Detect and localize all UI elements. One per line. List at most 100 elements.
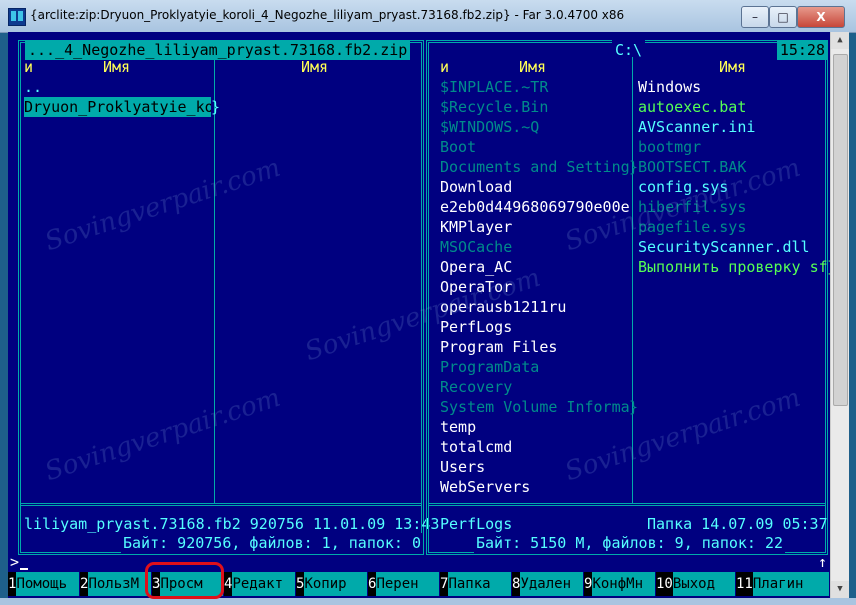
fkey-number: 7 <box>440 572 449 596</box>
file-list-item[interactable]: KMPlayer <box>440 217 512 237</box>
file-list-item[interactable]: autoexec.bat <box>638 97 746 117</box>
left-col-name-header-1: Имя <box>103 58 131 76</box>
fkey-number: 2 <box>80 572 89 596</box>
fkey-5[interactable]: 5Копир <box>296 572 368 596</box>
fkey-number: 5 <box>296 572 305 596</box>
scroll-down-icon[interactable]: ▼ <box>831 581 849 598</box>
fkey-label: Перен <box>376 572 440 596</box>
window-title: {arclite:zip:Dryuon_Proklyatyie_koroli_4… <box>30 8 625 22</box>
fkey-number: 11 <box>736 572 753 596</box>
scroll-up-mark: ↑ <box>818 553 828 571</box>
overflow-mark: } <box>629 158 639 176</box>
window-bottom-frame <box>0 598 856 605</box>
file-list-item[interactable]: $INPLACE.~TR <box>440 77 548 97</box>
far-console: ..._4_Negozhe_liliyam_pryast.73168.fb2.z… <box>8 32 830 598</box>
fkey-number: 10 <box>656 572 673 596</box>
file-list-item[interactable]: $WINDOWS.~Q <box>440 117 539 137</box>
fkey-1[interactable]: 1Помощь <box>8 572 80 596</box>
title-bar: {arclite:zip:Dryuon_Proklyatyie_koroli_4… <box>0 0 856 33</box>
cursor <box>20 568 28 570</box>
left-file-panel[interactable]: ..._4_Negozhe_liliyam_pryast.73168.fb2.z… <box>18 40 439 555</box>
fkey-number: 9 <box>584 572 593 596</box>
right-col-name-header-1: Имя <box>519 58 547 76</box>
right-panel-summary: Байт: 5150 М, файлов: 9, папок: 22 <box>474 533 786 553</box>
right-column-divider <box>632 57 633 503</box>
file-list-item[interactable]: Recovery <box>440 377 512 397</box>
file-list-item[interactable]: Windows <box>638 77 701 97</box>
file-list-item[interactable]: hiberfil.sys <box>638 197 746 217</box>
overflow-mark: } <box>629 398 639 416</box>
file-list-item[interactable]: $Recycle.Bin <box>440 97 548 117</box>
file-list-item[interactable]: bootmgr <box>638 137 701 157</box>
fkey-number: 4 <box>224 572 233 596</box>
vertical-scrollbar[interactable]: ▲ ▼ <box>830 32 849 598</box>
file-list-item[interactable]: pagefile.sys <box>638 217 746 237</box>
left-status-line: liliyam_pryast.73168.fb2 920756 11.01.09… <box>24 515 440 533</box>
file-list-item[interactable]: Boot <box>440 137 476 157</box>
file-list-item[interactable]: temp <box>440 417 476 437</box>
file-list-item[interactable]: ProgramData <box>440 357 539 377</box>
fkey-label: Папка <box>448 572 512 596</box>
fkey-6[interactable]: 6Перен <box>368 572 440 596</box>
minimize-button[interactable]: – <box>741 6 769 28</box>
fkey-number: 8 <box>512 572 521 596</box>
file-list-item[interactable]: e2eb0d44968069790e00e <box>440 197 630 217</box>
scroll-up-icon[interactable]: ▲ <box>831 32 849 49</box>
maximize-button[interactable]: □ <box>769 6 797 28</box>
fkey-label: Редакт <box>232 572 296 596</box>
file-list-item[interactable]: AVScanner.ini <box>638 117 755 137</box>
file-list-item[interactable]: Program Files <box>440 337 557 357</box>
fkey-number: 1 <box>8 572 17 596</box>
file-list-item[interactable]: PerfLogs <box>440 317 512 337</box>
fkey-label: ПользМ <box>88 572 152 596</box>
fkey-label: Копир <box>304 572 368 596</box>
file-list-item[interactable]: Выполнить проверку sf <box>638 257 828 277</box>
file-list-item[interactable]: OperaTor <box>440 277 512 297</box>
fkey-label: Выход <box>672 572 735 596</box>
fkey-label: Помощь <box>16 572 80 596</box>
scrollbar-thumb[interactable] <box>833 54 848 406</box>
right-status-separator <box>429 503 825 506</box>
file-list-item[interactable]: WebServers <box>440 477 530 497</box>
annotation-circle <box>145 562 224 599</box>
left-column-divider <box>214 57 215 503</box>
file-list-item[interactable]: BOOTSECT.BAK <box>638 157 746 177</box>
right-file-panel[interactable]: C:\ 15:28 и Имя Имя $INPLACE.~TR $Recycle… <box>426 40 830 555</box>
file-list-item[interactable]: System Volume Informa <box>440 397 630 417</box>
close-button[interactable]: X <box>797 6 845 28</box>
file-list-item[interactable]: config.sys <box>638 177 728 197</box>
left-col-name-header-2: Имя <box>301 58 329 76</box>
fkey-10[interactable]: 10Выход <box>656 572 736 596</box>
fkey-7[interactable]: 7Папка <box>440 572 512 596</box>
right-status-name: PerfLogs <box>440 515 513 533</box>
left-status-separator <box>21 503 421 506</box>
fkey-11[interactable]: 11Плагин <box>736 572 830 596</box>
command-prompt: > <box>10 553 20 571</box>
fkey-label: КонфМн <box>592 572 656 596</box>
overflow-mark: } <box>827 257 830 277</box>
right-panel-path: C:\ <box>612 40 646 60</box>
left-panel-summary: Байт: 920756, файлов: 1, папок: 0 <box>121 533 424 553</box>
file-list-item[interactable]: totalcmd <box>440 437 512 457</box>
file-list-item[interactable]: Opera_AC <box>440 257 512 277</box>
left-item-parent[interactable]: .. <box>24 77 42 97</box>
file-list-item[interactable]: Users <box>440 457 485 477</box>
fkey-4[interactable]: 4Редакт <box>224 572 296 596</box>
fkey-label: Плагин <box>752 572 829 596</box>
clock: 15:28 <box>776 40 828 60</box>
left-col-n-header: и <box>24 58 34 76</box>
fkey-2[interactable]: 2ПользМ <box>80 572 152 596</box>
right-status-info: Папка 14.07.09 05:37 <box>647 515 828 533</box>
right-col-name-header-2: Имя <box>719 58 747 76</box>
file-list-item[interactable]: operausb1211ru <box>440 297 566 317</box>
far-manager-icon <box>8 8 26 26</box>
right-col-n-header: и <box>440 58 450 76</box>
file-list-item[interactable]: Download <box>440 177 512 197</box>
left-item-selected[interactable]: Dryuon_Proklyatyie_ko <box>24 97 211 117</box>
fkey-8[interactable]: 8Удален <box>512 572 584 596</box>
file-list-item[interactable]: MSOCache <box>440 237 512 257</box>
fkey-9[interactable]: 9КонфМн <box>584 572 656 596</box>
file-list-item[interactable]: SecurityScanner.dll <box>638 237 810 257</box>
file-list-item[interactable]: Documents and Setting <box>440 157 630 177</box>
left-item-overflow-mark: } <box>211 98 221 116</box>
